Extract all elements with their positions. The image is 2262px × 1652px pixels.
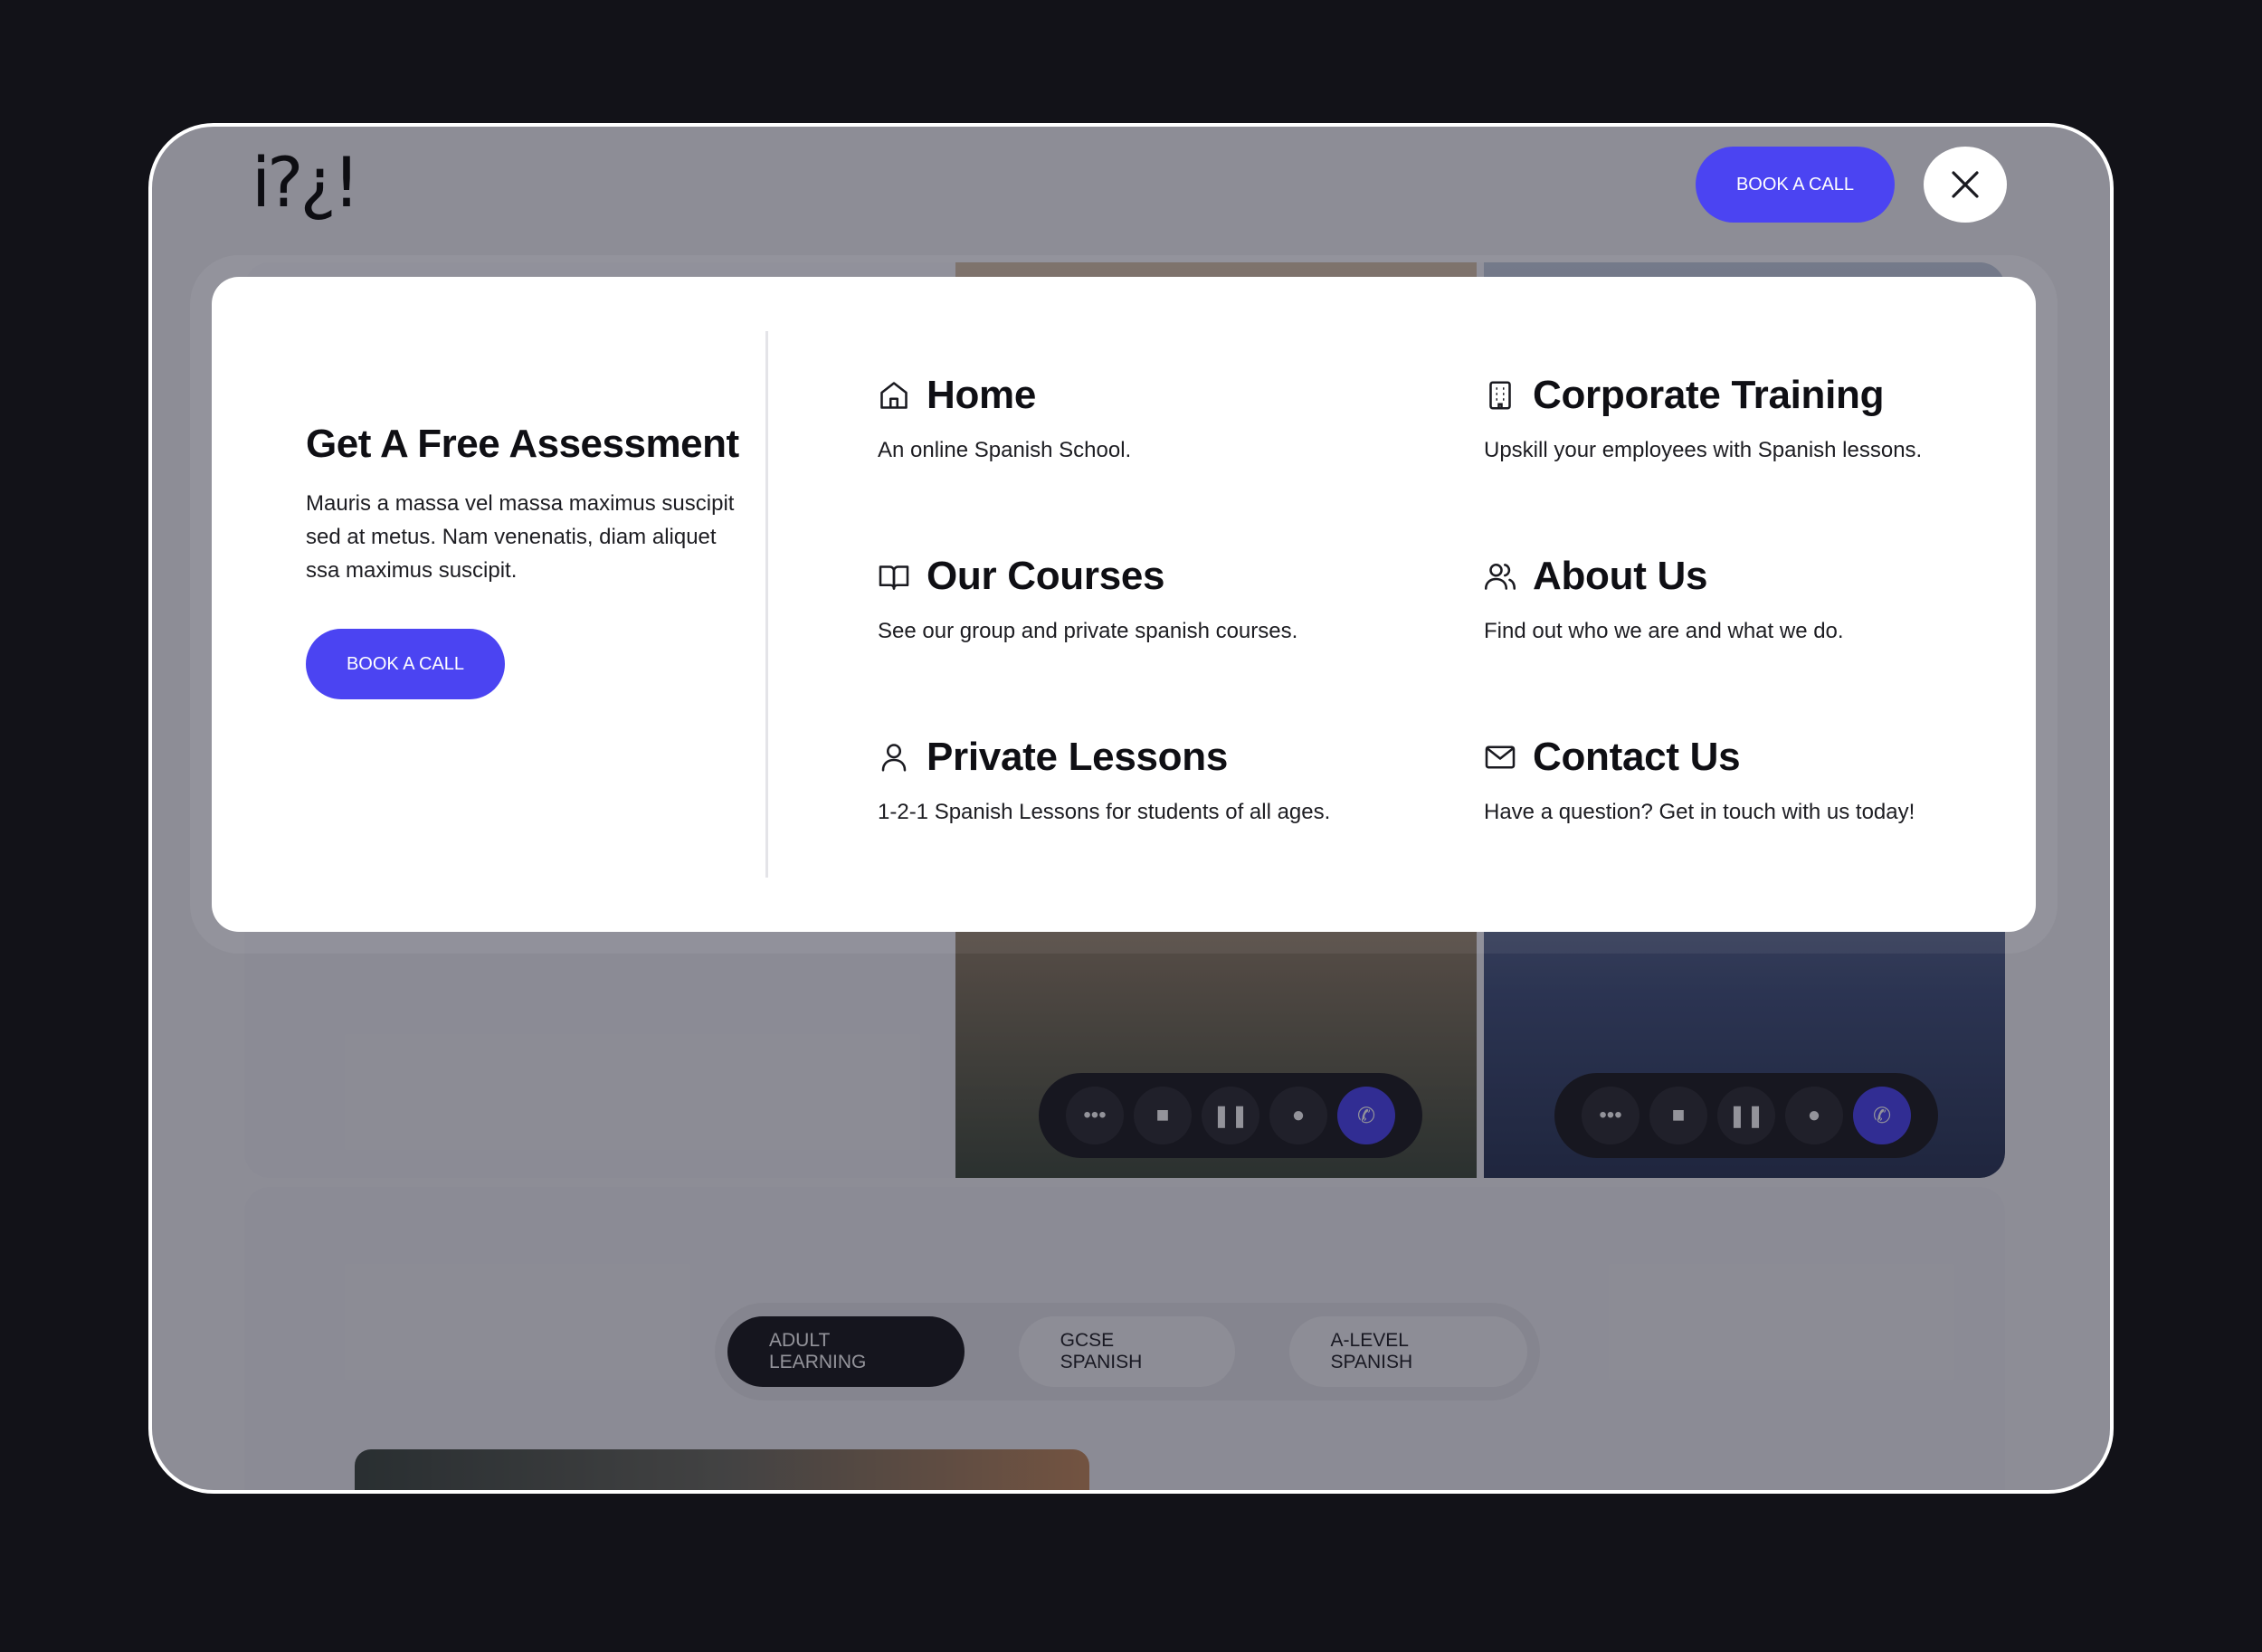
menu-item-corporate-training[interactable]: Corporate Training Upskill your employee… [1484, 373, 2045, 463]
user-icon [878, 741, 910, 774]
nav-menu-panel: Get A Free Assessment Mauris a massa vel… [212, 277, 2036, 932]
menu-item-desc: Find out who we are and what we do. [1484, 619, 1844, 643]
menu-item-title: About Us [1533, 554, 1708, 598]
users-icon [1484, 560, 1516, 593]
menu-item-title: Corporate Training [1533, 373, 1885, 417]
assessment-text: Mauris a massa vel massa maximus suscipi… [306, 491, 735, 583]
menu-item-desc: An online Spanish School. [878, 438, 1132, 462]
menu-divider [765, 331, 768, 878]
browser-frame: ••• ■ ❚❚ ● ✆ ••• ■ ❚❚ ● ✆ ADULT LEARNING… [148, 123, 2114, 1494]
menu-item-desc: Have a question? Get in touch with us to… [1484, 800, 1915, 824]
home-icon [878, 379, 910, 412]
close-icon [1952, 171, 1979, 198]
logo[interactable]: i?¿! [252, 148, 360, 217]
menu-item-home[interactable]: Home An online Spanish School. [878, 373, 1439, 463]
menu-item-desc: Upskill your employees with Spanish less… [1484, 438, 1923, 462]
menu-item-title: Contact Us [1533, 735, 1741, 779]
assessment-book-call-button[interactable]: BOOK A CALL [306, 629, 505, 699]
menu-item-our-courses[interactable]: Our Courses See our group and private sp… [878, 554, 1439, 644]
building-icon [1484, 379, 1516, 412]
menu-item-contact-us[interactable]: Contact Us Have a question? Get in touch… [1484, 735, 2045, 825]
book-call-button[interactable]: BOOK A CALL [1696, 147, 1895, 223]
assessment-title: Get A Free Assessment [306, 422, 739, 466]
menu-item-private-lessons[interactable]: Private Lessons 1-2-1 Spanish Lessons fo… [878, 735, 1439, 825]
menu-item-desc: 1-2-1 Spanish Lessons for students of al… [878, 800, 1331, 824]
menu-item-title: Home [927, 373, 1037, 417]
close-button[interactable] [1924, 147, 2007, 223]
mail-icon [1484, 741, 1516, 774]
menu-item-title: Private Lessons [927, 735, 1228, 779]
menu-item-title: Our Courses [927, 554, 1165, 598]
book-open-icon [878, 560, 910, 593]
menu-item-desc: See our group and private spanish course… [878, 619, 1298, 643]
assessment-block: Get A Free Assessment Mauris a massa vel… [306, 422, 740, 699]
menu-item-about-us[interactable]: About Us Find out who we are and what we… [1484, 554, 2045, 644]
